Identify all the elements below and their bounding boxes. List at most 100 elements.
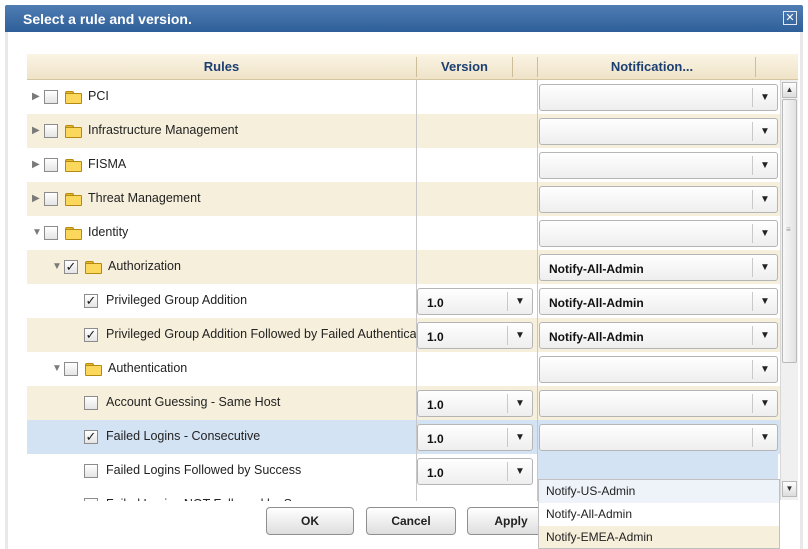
version-select[interactable]: 1.0 ▼ [417,424,533,451]
rule-row[interactable]: ▶ Threat Management ▼ [27,182,798,216]
version-value: 1.0 [427,466,444,480]
rule-cell: ✓ Privileged Group Addition Followed by F… [27,318,416,352]
dropdown-option[interactable]: Notify-All-Admin [539,503,779,526]
rule-row[interactable]: ✓ Privileged Group Addition 1.0 ▼ Notify-All… [27,284,798,318]
rule-cell: ▶ Infrastructure Management [27,114,416,148]
rule-checkbox[interactable] [44,158,58,172]
dropdown-arrow-icon[interactable]: ▼ [752,224,777,243]
dropdown-arrow-icon[interactable]: ▼ [752,326,777,345]
header-separator [537,57,538,77]
rule-checkbox[interactable] [44,192,58,206]
rule-label: Infrastructure Management [88,123,239,137]
rule-checkbox[interactable] [44,90,58,104]
notification-dropdown-list: Notify-US-Admin Notify-All-Admin Notify-… [538,479,780,549]
rule-row[interactable]: ▼ ✓ Authorization Notify-All-Admin ▼ [27,250,798,284]
header-separator [755,57,756,77]
header-separator [512,57,513,77]
dropdown-arrow-icon[interactable]: ▼ [752,190,777,209]
dropdown-arrow-icon[interactable]: ▼ [752,156,777,175]
rule-checkbox[interactable] [84,498,98,501]
rule-row[interactable]: ▼ Identity ▼ [27,216,798,250]
dropdown-arrow-icon[interactable]: ▼ [507,394,532,413]
dropdown-arrow-icon[interactable]: ▼ [752,88,777,107]
dropdown-arrow-icon[interactable]: ▼ [507,292,532,311]
column-header-version[interactable]: Version [417,54,512,80]
notification-select[interactable]: ▼ [539,356,778,383]
rule-checkbox[interactable]: ✓ [84,294,98,308]
rule-checkbox[interactable] [44,226,58,240]
dropdown-arrow-icon[interactable]: ▼ [507,326,532,345]
column-header-notification[interactable]: Notification... [537,54,767,80]
rule-row[interactable]: ✓ Privileged Group Addition Followed by F… [27,318,798,352]
scrollbar-thumb[interactable]: ≡ [782,99,797,363]
scroll-up-arrow-icon[interactable]: ▲ [782,82,797,98]
rule-cell: ▶ FISMA [27,148,416,182]
vertical-scrollbar[interactable]: ▲ ≡ ▼ [780,80,798,500]
rule-checkbox[interactable] [84,464,98,478]
notification-select[interactable]: ▼ [539,118,778,145]
expand-arrow-icon[interactable]: ▶ [32,193,42,205]
grid-header: Rules Version Notification... [27,54,798,80]
rule-row[interactable]: ▼ Authentication ▼ [27,352,798,386]
notification-select[interactable]: ▼ [539,424,778,451]
rule-cell: Failed Logins NOT Followed by Success [27,488,416,501]
cancel-button[interactable]: Cancel [366,507,456,535]
folder-icon [65,193,82,206]
rule-row[interactable]: ▶ FISMA ▼ [27,148,798,182]
column-header-rules[interactable]: Rules [27,54,416,80]
rule-row[interactable]: Account Guessing - Same Host 1.0 ▼ ▼ [27,386,798,420]
collapse-arrow-icon[interactable]: ▼ [32,227,42,239]
dropdown-arrow-icon[interactable]: ▼ [507,462,532,481]
version-select[interactable]: 1.0 ▼ [417,288,533,315]
rule-label: PCI [88,89,109,103]
folder-icon [85,261,102,274]
column-divider [537,80,538,501]
dropdown-option[interactable]: Notify-EMEA-Admin [539,526,779,548]
notification-select[interactable]: ▼ [539,390,778,417]
folder-icon [85,363,102,376]
folder-icon [65,125,82,138]
notification-select[interactable]: ▼ [539,186,778,213]
version-select[interactable]: 1.0 ▼ [417,458,533,485]
notification-select[interactable]: Notify-All-Admin ▼ [539,322,778,349]
expand-arrow-icon[interactable]: ▶ [32,125,42,137]
rule-checkbox[interactable]: ✓ [64,260,78,274]
expand-arrow-icon[interactable]: ▶ [32,91,42,103]
rule-label: Failed Logins Followed by Success [106,463,302,477]
notification-select[interactable]: Notify-All-Admin ▼ [539,288,778,315]
rule-label: Privileged Group Addition [106,293,248,307]
rule-checkbox[interactable] [64,362,78,376]
expand-arrow-icon[interactable]: ▶ [32,159,42,171]
dropdown-arrow-icon[interactable]: ▼ [752,292,777,311]
rule-checkbox[interactable] [84,396,98,410]
dropdown-arrow-icon[interactable]: ▼ [752,122,777,141]
dropdown-option[interactable]: Notify-US-Admin [539,480,779,503]
ok-button[interactable]: OK [266,507,354,535]
rule-label: Authentication [108,361,188,375]
close-icon[interactable]: ✕ [783,11,797,25]
collapse-arrow-icon[interactable]: ▼ [52,363,62,375]
notification-select[interactable]: ▼ [539,84,778,111]
collapse-arrow-icon[interactable]: ▼ [52,261,62,273]
rule-label: Threat Management [88,191,201,205]
rule-row[interactable]: ▶ Infrastructure Management ▼ [27,114,798,148]
scroll-down-arrow-icon[interactable]: ▼ [782,481,797,497]
dropdown-arrow-icon[interactable]: ▼ [752,394,777,413]
notification-value: Notify-All-Admin [549,330,644,344]
rule-row[interactable]: ▶ PCI ▼ [27,80,798,114]
rule-row[interactable]: ✓ Failed Logins - Consecutive 1.0 ▼ ▼ [27,420,798,454]
rule-label: Failed Logins - Consecutive [106,429,261,443]
rule-checkbox[interactable] [44,124,58,138]
rule-checkbox[interactable]: ✓ [84,430,98,444]
notification-select[interactable]: ▼ [539,152,778,179]
dropdown-arrow-icon[interactable]: ▼ [752,360,777,379]
version-select[interactable]: 1.0 ▼ [417,322,533,349]
dropdown-arrow-icon[interactable]: ▼ [752,258,777,277]
version-select[interactable]: 1.0 ▼ [417,390,533,417]
dropdown-arrow-icon[interactable]: ▼ [507,428,532,447]
notification-select[interactable]: Notify-All-Admin ▼ [539,254,778,281]
dropdown-arrow-icon[interactable]: ▼ [752,428,777,447]
folder-icon [65,227,82,240]
rule-checkbox[interactable]: ✓ [84,328,98,342]
notification-select[interactable]: ▼ [539,220,778,247]
